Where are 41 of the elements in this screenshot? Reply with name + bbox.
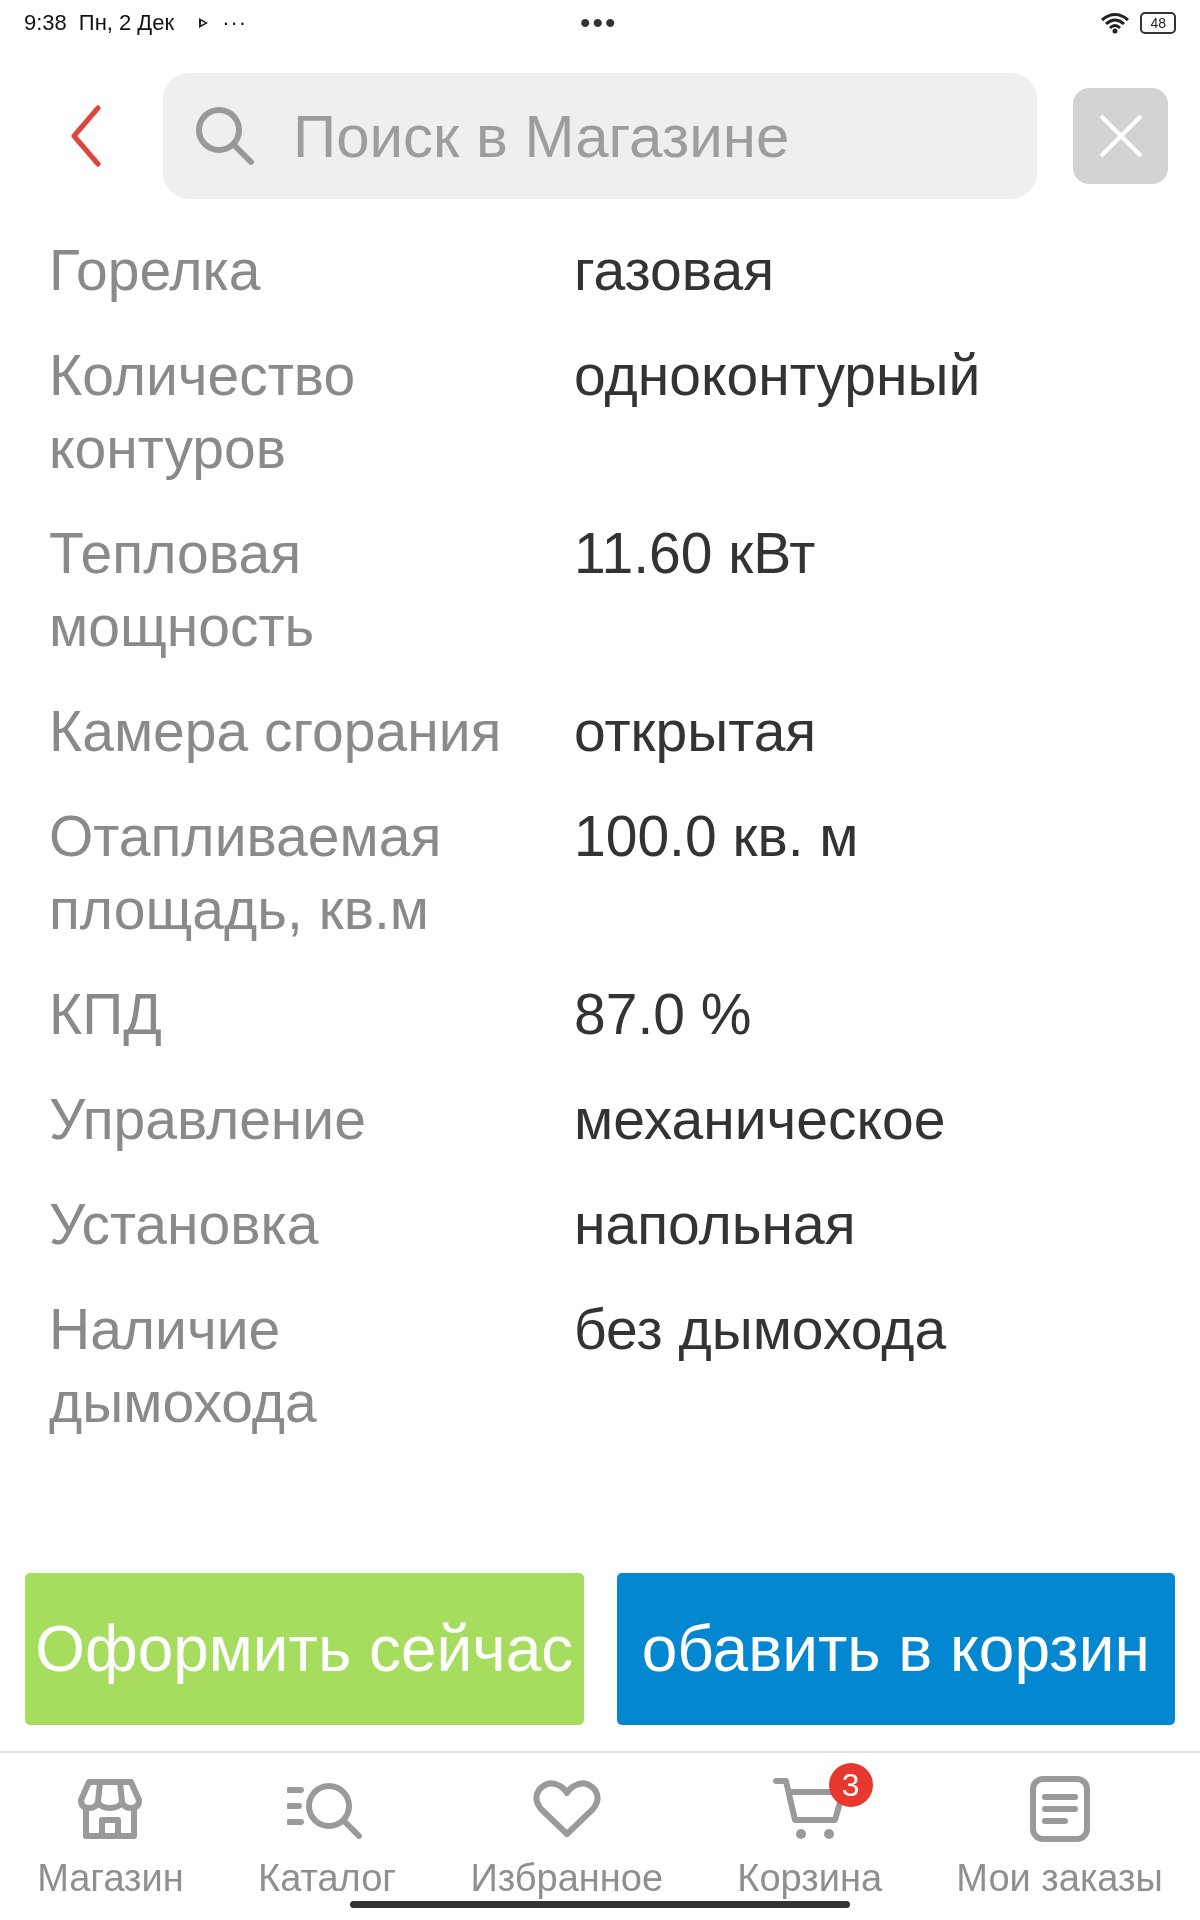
nav-label: Магазин: [37, 1857, 184, 1900]
nav-tab[interactable]: Избранное: [440, 1757, 694, 1901]
spec-value: напольная: [574, 1191, 856, 1258]
status-time: 9:38: [24, 10, 67, 36]
search-icon: [193, 104, 257, 168]
status-date: Пн, 2 Дек: [78, 10, 175, 36]
spec-value: открытая: [574, 698, 817, 765]
spec-value: 87.0 %: [574, 981, 752, 1048]
heart-icon: [532, 1779, 601, 1839]
spec-label: Горелка: [49, 237, 262, 304]
spec-label: Тепловая мощность: [49, 520, 316, 660]
spec-label: Отапливаемая площадь, кв.м: [49, 803, 443, 943]
store-icon: [77, 1776, 144, 1842]
status-dots: •••: [580, 6, 618, 40]
nav-label: Избранное: [470, 1857, 664, 1900]
document-icon: [1028, 1775, 1091, 1843]
spec-value: 100.0 кв. м: [574, 803, 859, 870]
spec-value: 11.60 кВт: [574, 520, 816, 587]
wifi-icon: [1100, 12, 1131, 34]
spec-value: без дымохода: [574, 1296, 947, 1363]
spec-label: Наличие дымохода: [49, 1296, 318, 1436]
spec-label: Управление: [49, 1086, 367, 1153]
spec-label: КПД: [49, 981, 163, 1048]
count-badge: 3: [828, 1763, 873, 1807]
search-field[interactable]: Поиск в Магазине: [163, 73, 1037, 199]
nav-tab[interactable]: Каталог: [228, 1757, 427, 1901]
spec-value: механическое: [574, 1086, 946, 1153]
nav-tab[interactable]: 3 Корзина: [707, 1757, 913, 1901]
battery-indicator: 48: [1140, 12, 1176, 34]
spec-value: газовая: [574, 237, 774, 304]
spec-label: Камера сгорания: [49, 698, 503, 765]
nav-tab[interactable]: Мои заказы: [926, 1757, 1193, 1901]
spec-label: Количество контуров: [49, 342, 357, 482]
add-to-cart-button[interactable]: обавить в корзин: [616, 1573, 1175, 1725]
spec-value: одноконтурный: [574, 342, 981, 409]
nav-label: Мои заказы: [956, 1857, 1163, 1900]
nav-tab[interactable]: Магазин: [7, 1757, 214, 1901]
nav-label: Каталог: [258, 1857, 397, 1900]
spec-label: Установка: [49, 1191, 320, 1258]
status-more: ···: [222, 10, 248, 36]
nav-label: Корзина: [737, 1857, 883, 1900]
